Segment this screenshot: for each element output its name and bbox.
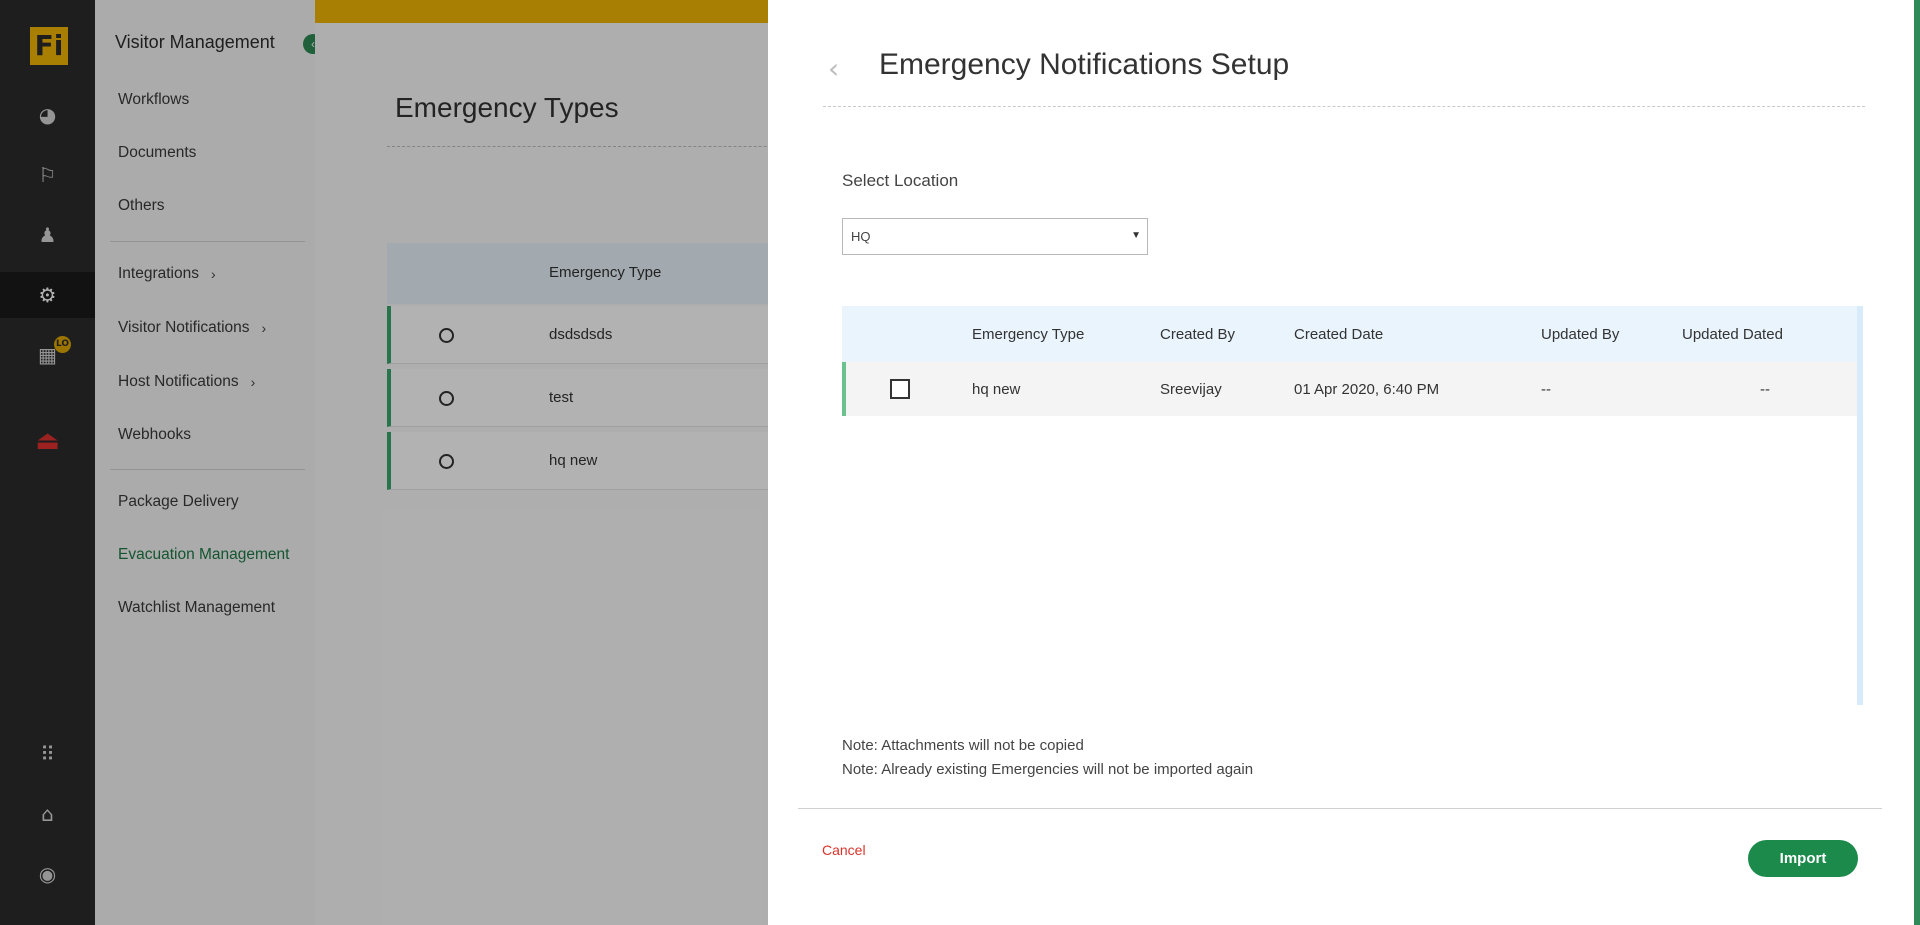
title-divider: [823, 106, 1865, 107]
cell-emergency-type: hq new: [972, 381, 1021, 398]
cell-created-date: 01 Apr 2020, 6:40 PM: [1294, 381, 1440, 398]
cancel-link[interactable]: Cancel: [822, 842, 866, 858]
emergency-import-table: Emergency Type Created By Created Date U…: [842, 306, 1863, 416]
caret-down-icon: ▼: [1131, 230, 1141, 241]
location-select[interactable]: HQ ▼: [842, 218, 1148, 255]
drawer-title: Emergency Notifications Setup: [879, 48, 1290, 81]
cell-updated-by: --: [1541, 381, 1551, 398]
cell-updated-date: --: [1760, 381, 1770, 398]
column-header: Created Date: [1294, 326, 1384, 343]
column-header: Updated Dated: [1682, 326, 1783, 343]
table-row[interactable]: hq new Sreevijay 01 Apr 2020, 6:40 PM --…: [842, 362, 1863, 416]
table-header: Emergency Type Created By Created Date U…: [842, 306, 1863, 362]
note-text: Note: Attachments will not be copied: [842, 737, 1084, 754]
import-button[interactable]: Import: [1748, 840, 1858, 877]
column-header: Created By: [1160, 326, 1236, 343]
drawer-scrollbar[interactable]: [1914, 0, 1920, 925]
modal-backdrop[interactable]: [0, 0, 768, 925]
table-scrollbar[interactable]: [1857, 306, 1863, 705]
cell-created-by: Sreevijay: [1160, 381, 1222, 398]
location-select-value: HQ: [851, 229, 871, 244]
footer-divider: [798, 808, 1882, 809]
emergency-notifications-drawer: ‹ Emergency Notifications Setup Select L…: [768, 0, 1920, 925]
row-checkbox[interactable]: [890, 379, 910, 399]
note-text: Note: Already existing Emergencies will …: [842, 761, 1254, 778]
column-header: Emergency Type: [972, 326, 1085, 343]
chevron-left-icon[interactable]: ‹: [828, 52, 839, 85]
location-label: Select Location: [842, 171, 959, 190]
column-header: Updated By: [1541, 326, 1620, 343]
